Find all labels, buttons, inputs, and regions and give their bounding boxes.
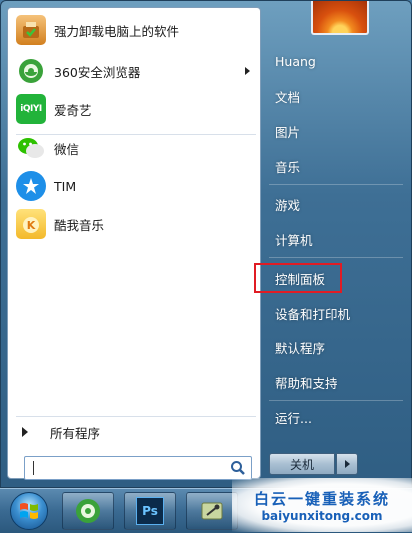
svg-text:K: K: [27, 219, 36, 232]
search-icon[interactable]: [229, 459, 247, 477]
program-label: 强力卸载电脑上的软件: [54, 23, 180, 39]
program-item-kuwo[interactable]: K 酷我音乐: [12, 206, 256, 242]
divider: [16, 416, 256, 417]
right-link-documents[interactable]: 文档: [265, 82, 405, 110]
tool-icon: [201, 502, 223, 520]
uninstall-box-icon: [16, 15, 46, 45]
search-box[interactable]: [24, 456, 252, 480]
right-link-user[interactable]: Huang: [265, 47, 405, 75]
right-link-run[interactable]: 运行...: [265, 403, 405, 431]
iqiyi-icon: iQIYI: [16, 94, 46, 124]
shutdown-options-button[interactable]: [336, 453, 358, 475]
link-label: 计算机: [275, 232, 313, 248]
right-link-pictures[interactable]: 图片: [265, 117, 405, 145]
submenu-arrow-icon[interactable]: [245, 67, 250, 75]
link-label: 文档: [275, 89, 301, 105]
taskbar-item-tool[interactable]: [186, 492, 238, 530]
link-label: 音乐: [275, 159, 301, 175]
kuwo-music-icon: K: [16, 209, 46, 239]
link-label: 图片: [275, 124, 301, 140]
link-label: Huang: [275, 53, 316, 69]
photoshop-icon: Ps: [136, 497, 164, 525]
text-caret: [33, 461, 34, 475]
program-item-uninstaller[interactable]: 强力卸载电脑上的软件: [12, 12, 256, 48]
program-label: TIM: [54, 178, 77, 194]
link-label: 运行...: [275, 410, 312, 426]
photoshop-icon-text: Ps: [142, 504, 158, 518]
all-programs-button[interactable]: 所有程序: [18, 420, 254, 444]
program-item-wechat[interactable]: 微信: [12, 130, 256, 166]
right-link-default-programs[interactable]: 默认程序: [265, 333, 405, 361]
watermark-url: baiyunxitong.com: [261, 508, 383, 523]
right-link-help-support[interactable]: 帮助和支持: [265, 368, 405, 396]
wechat-icon: [16, 133, 46, 163]
watermark: 白云一键重装系统 baiyunxitong.com: [232, 478, 412, 532]
link-label: 设备和打印机: [275, 306, 351, 322]
shutdown-button[interactable]: 关机: [269, 453, 335, 475]
program-label: 爱奇艺: [54, 102, 92, 118]
program-label: 微信: [54, 141, 80, 157]
highlight-box: [254, 263, 342, 293]
taskbar-item-360-browser[interactable]: [62, 492, 114, 530]
iqiyi-icon-text: iQIYI: [20, 104, 42, 114]
divider: [269, 257, 403, 258]
360-browser-icon: [76, 499, 100, 523]
divider: [269, 184, 403, 185]
360-browser-icon: [16, 56, 46, 86]
tim-icon: [16, 171, 46, 201]
link-label: 游戏: [275, 197, 301, 213]
windows-logo-icon: [20, 503, 38, 519]
all-programs-label: 所有程序: [50, 425, 101, 441]
user-avatar[interactable]: [311, 1, 369, 35]
link-label: 帮助和支持: [275, 375, 338, 391]
chevron-right-icon: [344, 460, 350, 468]
divider: [269, 400, 403, 401]
watermark-title: 白云一键重装系统: [253, 489, 390, 508]
shutdown-label: 关机: [289, 457, 314, 472]
program-label: 360安全浏览器: [54, 64, 141, 80]
program-item-360-browser[interactable]: 360安全浏览器: [12, 53, 256, 89]
taskbar-item-photoshop[interactable]: Ps: [124, 492, 176, 530]
right-link-devices-printers[interactable]: 设备和打印机: [265, 299, 405, 327]
right-link-games[interactable]: 游戏: [265, 190, 405, 218]
program-item-iqiyi[interactable]: iQIYI 爱奇艺: [12, 91, 256, 127]
right-link-computer[interactable]: 计算机: [265, 225, 405, 253]
expand-arrow-icon: [22, 427, 28, 437]
program-item-tim[interactable]: TIM: [12, 168, 256, 204]
start-button[interactable]: [10, 492, 48, 530]
link-label: 默认程序: [275, 340, 326, 356]
search-input[interactable]: [40, 458, 229, 478]
start-menu: 强力卸载电脑上的软件 360安全浏览器 iQIYI 爱奇艺 微信 TIM K 酷…: [0, 0, 412, 488]
program-label: 酷我音乐: [54, 217, 105, 233]
programs-pane: 强力卸载电脑上的软件 360安全浏览器 iQIYI 爱奇艺 微信 TIM K 酷…: [7, 7, 261, 480]
right-link-music[interactable]: 音乐: [265, 152, 405, 180]
